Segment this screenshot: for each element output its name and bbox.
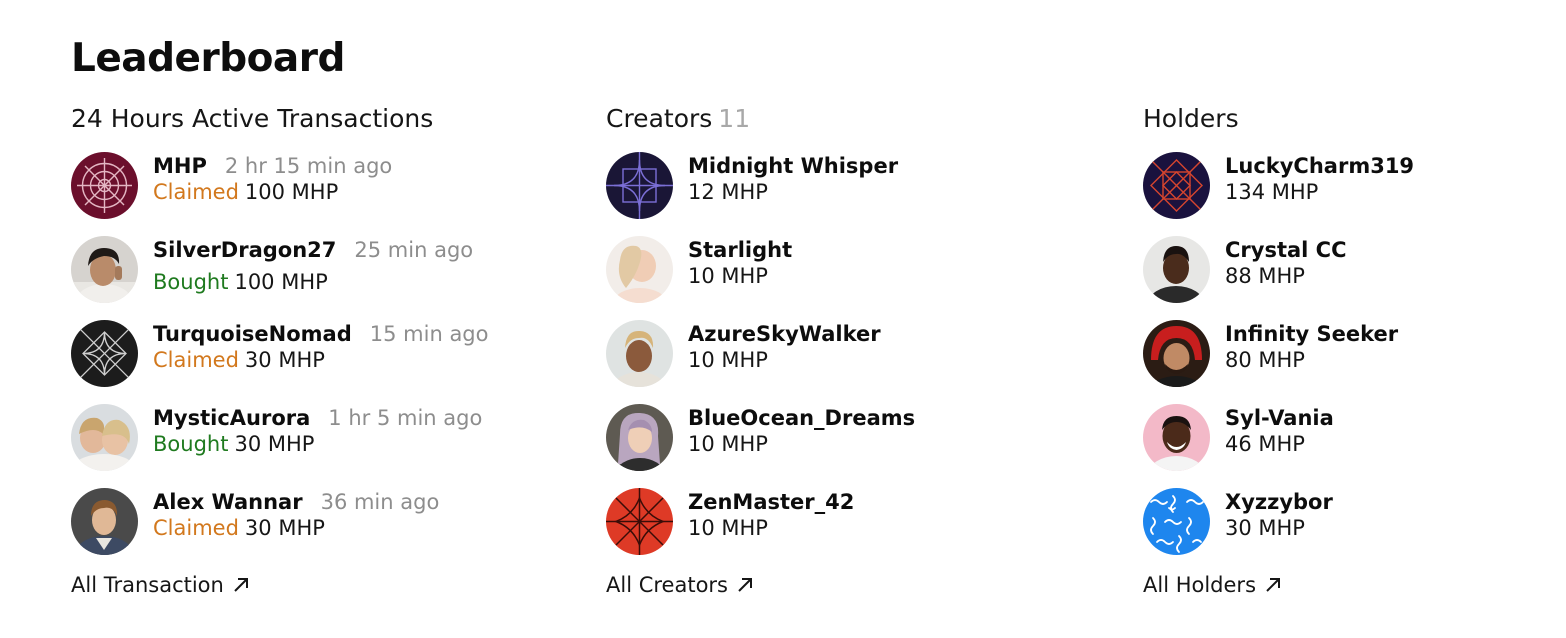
holder-row[interactable]: Syl-Vania 46 MHP — [1143, 404, 1414, 488]
holder-amount: 30 MHP — [1225, 516, 1305, 540]
transaction-name[interactable]: TurquoiseNomad — [153, 322, 352, 346]
holder-amount: 46 MHP — [1225, 432, 1305, 456]
holder-row[interactable]: Xyzzybor 30 MHP — [1143, 488, 1414, 572]
transactions-column: 24 Hours Active Transactions MHP 2 hr 15… — [71, 102, 489, 572]
avatar — [1143, 488, 1210, 555]
transactions-heading: 24 Hours Active Transactions — [71, 104, 434, 133]
transaction-amount: 30 MHP — [234, 432, 315, 456]
all-creators-label: All Creators — [606, 573, 728, 597]
transaction-action: Bought — [153, 432, 229, 456]
holder-row[interactable]: Infinity Seeker 80 MHP — [1143, 320, 1414, 404]
avatar — [606, 320, 673, 387]
holder-row[interactable]: LuckyCharm319 134 MHP — [1143, 152, 1414, 236]
holder-row[interactable]: Crystal CC 88 MHP — [1143, 236, 1414, 320]
creator-name[interactable]: Starlight — [688, 238, 792, 262]
avatar — [71, 236, 138, 303]
transaction-row[interactable]: MysticAurora 1 hr 5 min ago Bought 30 MHP — [71, 404, 489, 488]
creator-name[interactable]: Midnight Whisper — [688, 154, 898, 178]
holder-amount: 88 MHP — [1225, 264, 1305, 288]
transaction-time: 15 min ago — [369, 322, 489, 346]
transaction-name[interactable]: MysticAurora — [153, 406, 310, 430]
avatar — [1143, 236, 1210, 303]
creator-row[interactable]: Midnight Whisper 12 MHP — [606, 152, 915, 236]
creators-heading-row: Creators 11 — [606, 102, 915, 136]
avatar — [606, 404, 673, 471]
creator-name[interactable]: ZenMaster_42 — [688, 490, 854, 514]
avatar — [606, 236, 673, 303]
creator-row[interactable]: ZenMaster_42 10 MHP — [606, 488, 915, 572]
transaction-row[interactable]: Alex Wannar 36 min ago Claimed 30 MHP — [71, 488, 489, 572]
transaction-action: Claimed — [153, 348, 239, 372]
holder-amount: 134 MHP — [1225, 180, 1319, 204]
creator-amount: 10 MHP — [688, 432, 768, 456]
transaction-action: Claimed — [153, 516, 239, 540]
all-holders-link[interactable]: All Holders — [1143, 573, 1282, 597]
creator-row[interactable]: AzureSkyWalker 10 MHP — [606, 320, 915, 404]
avatar — [1143, 320, 1210, 387]
transaction-time: 1 hr 5 min ago — [328, 406, 483, 430]
avatar — [1143, 152, 1210, 219]
transaction-time: 25 min ago — [354, 238, 474, 262]
avatar — [71, 320, 138, 387]
transaction-amount: 30 MHP — [244, 348, 325, 372]
holder-name[interactable]: LuckyCharm319 — [1225, 154, 1414, 178]
all-transactions-link[interactable]: All Transaction — [71, 573, 250, 597]
transaction-name[interactable]: MHP — [153, 154, 207, 178]
page-title: Leaderboard — [71, 36, 345, 81]
holders-list: LuckyCharm319 134 MHP Crystal CC 88 MHP — [1143, 152, 1414, 572]
holders-heading: Holders — [1143, 104, 1239, 133]
holder-name[interactable]: Crystal CC — [1225, 238, 1347, 262]
creator-amount: 10 MHP — [688, 348, 768, 372]
holder-amount: 80 MHP — [1225, 348, 1305, 372]
transaction-amount: 30 MHP — [244, 516, 325, 540]
transaction-action: Claimed — [153, 180, 239, 204]
holders-column: Holders LuckyCharm319 134 MHP Crystal CC… — [1143, 102, 1414, 572]
transaction-action: Bought — [153, 270, 229, 294]
holder-name[interactable]: Xyzzybor — [1225, 490, 1333, 514]
transaction-name[interactable]: Alex Wannar — [153, 490, 303, 514]
transaction-row[interactable]: SilverDragon27 25 min ago Bought 100 MHP — [71, 236, 489, 320]
creators-heading: Creators — [606, 104, 713, 133]
transaction-amount: 100 MHP — [244, 180, 339, 204]
creator-row[interactable]: BlueOcean_Dreams 10 MHP — [606, 404, 915, 488]
all-creators-link[interactable]: All Creators — [606, 573, 754, 597]
transaction-time: 2 hr 15 min ago — [224, 154, 393, 178]
holder-name[interactable]: Syl-Vania — [1225, 406, 1334, 430]
transaction-amount: 100 MHP — [234, 270, 328, 294]
transaction-name[interactable]: SilverDragon27 — [153, 238, 336, 262]
avatar — [71, 152, 138, 219]
creators-count: 11 — [718, 104, 751, 133]
avatar — [606, 152, 673, 219]
avatar — [1143, 404, 1210, 471]
avatar — [71, 488, 138, 555]
leaderboard-page: Leaderboard 24 Hours Active Transactions — [0, 0, 1566, 638]
creator-amount: 10 MHP — [688, 264, 768, 288]
creator-name[interactable]: BlueOcean_Dreams — [688, 406, 915, 430]
transaction-row[interactable]: TurquoiseNomad 15 min ago Claimed 30 MHP — [71, 320, 489, 404]
arrow-up-right-icon — [738, 578, 752, 592]
avatar — [71, 404, 138, 471]
creators-list: Midnight Whisper 12 MHP Starlight 10 MHP — [606, 152, 915, 572]
transaction-time: 36 min ago — [320, 490, 440, 514]
creator-name[interactable]: AzureSkyWalker — [688, 322, 881, 346]
creator-amount: 10 MHP — [688, 516, 768, 540]
all-transactions-label: All Transaction — [71, 573, 224, 597]
transactions-list: MHP 2 hr 15 min ago Claimed 100 MHP Silv… — [71, 152, 489, 572]
creator-row[interactable]: Starlight 10 MHP — [606, 236, 915, 320]
holder-name[interactable]: Infinity Seeker — [1225, 322, 1398, 346]
transaction-row[interactable]: MHP 2 hr 15 min ago Claimed 100 MHP — [71, 152, 489, 236]
arrow-up-right-icon — [1266, 578, 1281, 592]
creators-column: Creators 11 Midnight Whisper 12 MHP Star… — [606, 102, 915, 572]
arrow-up-right-icon — [234, 578, 248, 592]
creator-amount: 12 MHP — [688, 180, 768, 204]
all-holders-label: All Holders — [1143, 573, 1257, 597]
avatar — [606, 488, 673, 555]
